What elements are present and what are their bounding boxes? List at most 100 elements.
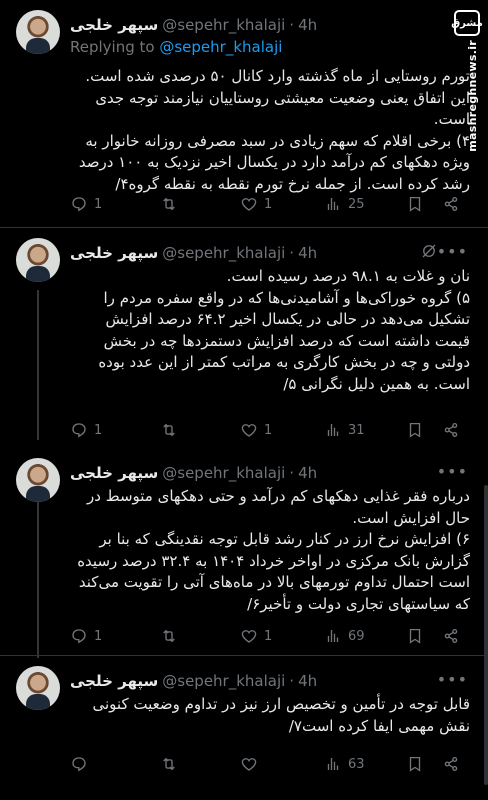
author-name[interactable]: سپهر خلجی [70,464,158,482]
tweet-header: سپهر خلجی @sepehr_khalaji · 4h ••• [70,670,474,692]
bookmark-icon [409,756,421,772]
views-count: 63 [348,756,365,772]
tweet-header: سپهر خلجی @sepehr_khalaji · 4h [70,14,474,36]
like-count: 1 [264,196,273,212]
avatar[interactable] [16,666,60,710]
retweet-icon [163,629,175,643]
reply-button[interactable] [70,752,94,776]
more-options-icon[interactable]: ••• [437,670,468,689]
tweet-actions: 1 1 31 [70,418,472,442]
retweet-button[interactable] [160,624,178,648]
views-icon [327,758,339,770]
author-name[interactable]: سپهر خلجی [70,672,158,690]
author-handle[interactable]: @sepehr_khalaji [162,16,285,34]
tweet[interactable]: سپهر خلجی @sepehr_khalaji · 4h ••• نان و… [0,228,488,448]
views-icon [327,630,339,642]
watermark-site: mashreghnews.ir [466,40,479,152]
views-count: 31 [348,422,365,438]
tweet-actions: 63 [70,752,472,776]
like-count: 1 [264,628,273,644]
bookmark-icon [409,196,421,212]
author-handle[interactable]: @sepehr_khalaji [162,464,285,482]
avatar[interactable] [16,238,60,282]
avatar[interactable] [16,458,60,502]
share-button[interactable] [442,418,460,442]
share-button[interactable] [442,192,460,216]
scrollbar[interactable] [484,485,488,785]
timestamp[interactable]: 4h [298,464,317,482]
reply-button[interactable]: 1 [70,192,102,216]
views-icon [327,424,339,436]
author-name[interactable]: سپهر خلجی [70,244,158,262]
share-icon [444,628,458,644]
reply-icon [72,197,86,212]
author-handle[interactable]: @sepehr_khalaji [162,244,285,262]
tweet-text: تورم روستایی از ماه گذشته وارد کانال ۵۰ … [78,67,470,193]
like-button[interactable]: 1 [240,418,272,442]
views-button[interactable]: 63 [324,752,365,776]
share-icon [444,756,458,772]
views-icon [327,198,339,210]
views-button[interactable]: 69 [324,624,365,648]
retweet-icon [163,423,175,437]
bookmark-icon [409,628,421,644]
views-button[interactable]: 31 [324,418,365,442]
separator-dot: · [289,464,295,482]
reply-count: 1 [94,628,103,644]
timestamp[interactable]: 4h [298,16,317,34]
reply-button[interactable]: 1 [70,418,102,442]
retweet-button[interactable] [160,752,178,776]
tweet[interactable]: سپهر خلجی @sepehr_khalaji · 4h Replying … [0,0,488,228]
grok-icon[interactable] [420,242,438,260]
like-count: 1 [264,422,273,438]
separator-dot: · [289,672,295,690]
views-count: 69 [348,628,365,644]
tweet-actions: 1 1 69 [70,624,472,648]
author-name[interactable]: سپهر خلجی [70,16,158,34]
separator-dot: · [289,16,295,34]
tweet[interactable]: سپهر خلجی @sepehr_khalaji · 4h ••• دربار… [0,448,488,656]
replying-label: Replying to [70,38,155,56]
retweet-button[interactable] [160,418,178,442]
retweet-icon [163,757,175,771]
heart-icon [241,758,257,771]
like-button[interactable] [240,752,264,776]
bookmark-button[interactable] [406,752,424,776]
heart-icon [241,424,257,437]
tweet-text: نان و غلات به ۹۸.۱ درصد رسیده است. ۵) گر… [98,267,470,393]
more-options-icon[interactable]: ••• [437,462,468,481]
reply-icon [72,423,86,438]
reply-count: 1 [94,422,103,438]
heart-icon [241,198,257,211]
retweet-button[interactable] [160,192,178,216]
share-icon [444,422,458,438]
more-options-icon[interactable]: ••• [437,242,468,261]
reply-button[interactable]: 1 [70,624,102,648]
tweet-header: سپهر خلجی @sepehr_khalaji · 4h ••• [70,462,474,484]
bookmark-button[interactable] [406,624,424,648]
reply-icon [72,629,86,644]
tweet-text: قابل توجه در تأمین و تخصیص ارز نیز در تد… [87,695,471,735]
like-button[interactable]: 1 [240,192,272,216]
separator-dot: · [289,244,295,262]
share-icon [444,196,458,212]
avatar[interactable] [16,10,60,54]
timestamp[interactable]: 4h [298,244,317,262]
heart-icon [241,630,257,643]
bookmark-button[interactable] [406,192,424,216]
views-button[interactable]: 25 [324,192,365,216]
tweet-actions: 1 1 25 [70,192,472,216]
bookmark-button[interactable] [406,418,424,442]
tweet[interactable]: سپهر خلجی @sepehr_khalaji · 4h ••• قابل … [0,656,488,800]
replying-to: Replying to @sepehr_khalaji [70,38,282,56]
author-handle[interactable]: @sepehr_khalaji [162,672,285,690]
share-button[interactable] [442,624,460,648]
replying-to-link[interactable]: @sepehr_khalaji [159,38,282,56]
bookmark-icon [409,422,421,438]
timestamp[interactable]: 4h [298,672,317,690]
like-button[interactable]: 1 [240,624,272,648]
mashregh-logo: مشرق [451,10,483,36]
reply-icon [72,757,86,772]
reply-count: 1 [94,196,103,212]
share-button[interactable] [442,752,460,776]
